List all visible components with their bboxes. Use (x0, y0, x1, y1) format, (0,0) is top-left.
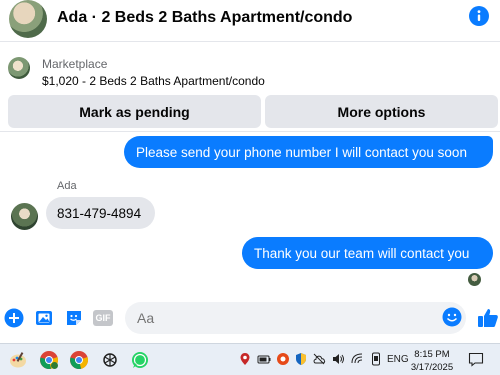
security-shield-icon[interactable] (294, 352, 308, 366)
conversation-header: Ada · 2 Beds 2 Baths Apartment/condo (0, 0, 500, 42)
outgoing-message[interactable]: Thank you our team will contact you (242, 237, 493, 269)
paint-icon[interactable] (8, 350, 28, 370)
gif-label: GIF (95, 313, 111, 323)
app-tray-icon[interactable] (276, 352, 290, 366)
message-input[interactable] (125, 302, 466, 334)
listing-thumbnail (8, 57, 30, 79)
sender-name: Ada (57, 180, 77, 192)
volume-icon[interactable] (331, 352, 345, 366)
gif-icon[interactable]: GIF (93, 310, 113, 326)
cloud-offline-icon[interactable] (312, 352, 326, 366)
like-icon[interactable] (477, 307, 499, 329)
listing-description: $1,020 - 2 Beds 2 Baths Apartment/condo (42, 74, 265, 88)
marketplace-label: Marketplace (42, 57, 108, 71)
emoji-icon[interactable] (442, 307, 462, 327)
chatgpt-icon[interactable] (100, 350, 120, 370)
location-pin-icon[interactable] (238, 352, 252, 366)
message-composer: GIF (0, 299, 500, 339)
messenger-window: Ada · 2 Beds 2 Baths Apartment/condo Mar… (0, 0, 500, 375)
chrome-profile-icon[interactable] (39, 350, 59, 370)
device-icon[interactable] (369, 352, 383, 366)
listing-photo-avatar[interactable] (9, 0, 47, 38)
seen-receipt-avatar (468, 273, 481, 286)
clock-date: 3/17/2025 (410, 362, 454, 373)
outgoing-message[interactable]: Please send your phone number I will con… (124, 136, 493, 168)
system-clock[interactable]: 8:15 PM 3/17/2025 (406, 348, 458, 374)
whatsapp-icon[interactable] (130, 350, 150, 370)
sender-avatar[interactable] (11, 203, 38, 230)
wifi-icon[interactable] (350, 352, 364, 366)
header-divider (0, 131, 500, 132)
chrome-icon[interactable] (69, 350, 89, 370)
battery-icon[interactable] (257, 352, 271, 366)
incoming-message[interactable]: 831-479-4894 (46, 197, 155, 229)
sticker-icon[interactable] (64, 308, 84, 328)
windows-taskbar: ENG 8:15 PM 3/17/2025 (0, 343, 500, 375)
conversation-title[interactable]: Ada · 2 Beds 2 Baths Apartment/condo (57, 9, 352, 27)
more-options-button[interactable]: More options (265, 95, 498, 128)
photo-icon[interactable] (34, 308, 54, 328)
info-icon[interactable] (469, 6, 489, 26)
notifications-icon[interactable] (468, 352, 484, 367)
plus-icon[interactable] (4, 308, 24, 328)
marketplace-listing[interactable]: Marketplace $1,020 - 2 Beds 2 Baths Apar… (0, 47, 500, 92)
mark-as-pending-button[interactable]: Mark as pending (8, 95, 261, 128)
clock-time: 8:15 PM (414, 349, 450, 360)
